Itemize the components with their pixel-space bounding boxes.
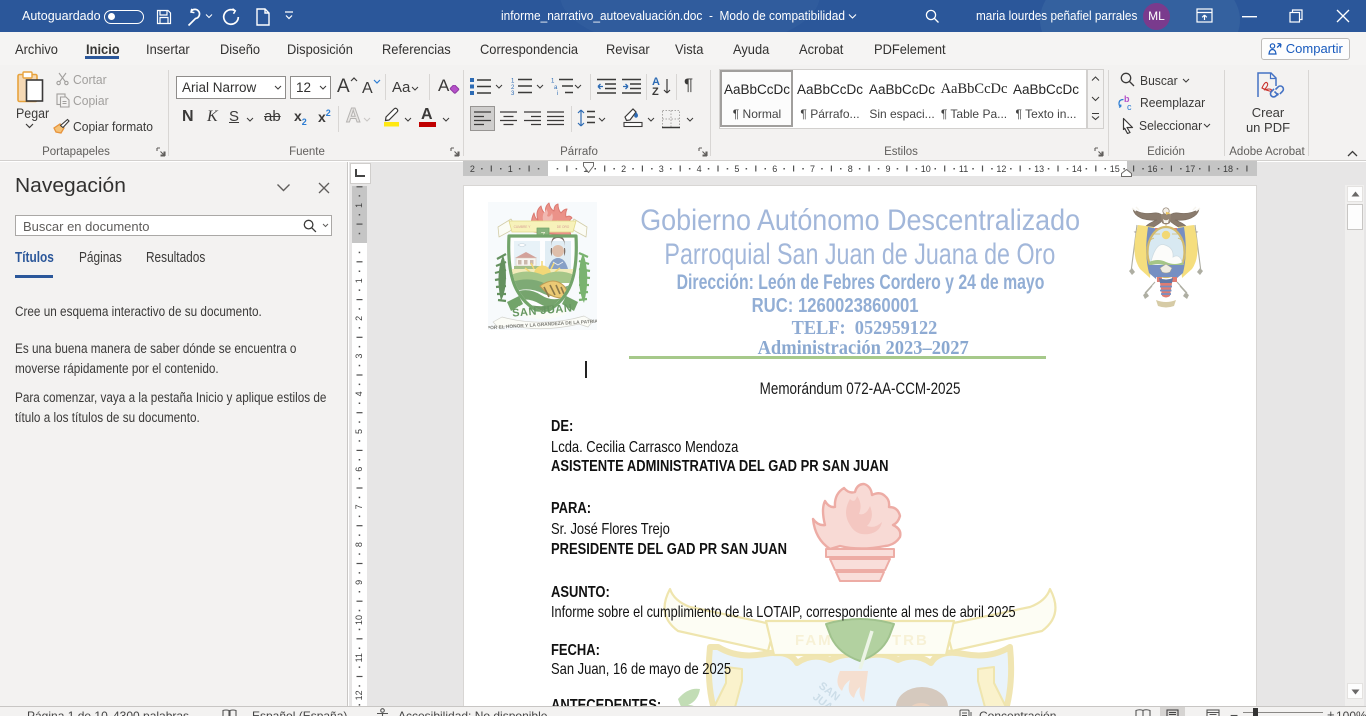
- svg-text:1: 1: [511, 79, 515, 85]
- svg-text:7: 7: [354, 504, 364, 509]
- svg-text:2: 2: [470, 164, 475, 174]
- svg-text:6: 6: [354, 467, 364, 472]
- svg-text:FAM: FAM: [795, 632, 833, 649]
- svg-text:14: 14: [1072, 164, 1082, 174]
- svg-text:i: i: [557, 91, 558, 95]
- svg-text:c: c: [1127, 102, 1132, 111]
- svg-text:1: 1: [354, 278, 364, 283]
- svg-text:9: 9: [885, 164, 890, 174]
- svg-text:17: 17: [1185, 164, 1195, 174]
- svg-text:7: 7: [810, 164, 815, 174]
- svg-text:2: 2: [354, 316, 364, 321]
- svg-text:10: 10: [354, 615, 364, 625]
- svg-text:8: 8: [848, 164, 853, 174]
- svg-text:9: 9: [354, 580, 364, 585]
- svg-text:TRB: TRB: [892, 632, 929, 649]
- svg-text:11: 11: [354, 653, 364, 662]
- svg-text:6: 6: [772, 164, 777, 174]
- svg-text:3: 3: [659, 164, 664, 174]
- svg-text:15: 15: [1110, 164, 1120, 174]
- svg-text:3: 3: [354, 354, 364, 359]
- svg-text:1: 1: [551, 79, 555, 85]
- svg-text:4: 4: [697, 164, 702, 174]
- svg-text:2: 2: [621, 164, 626, 174]
- svg-text:16: 16: [1147, 164, 1157, 174]
- svg-text:4: 4: [354, 391, 364, 396]
- svg-text:12: 12: [996, 164, 1006, 174]
- svg-text:18: 18: [1223, 164, 1233, 174]
- svg-text:3: 3: [511, 91, 515, 95]
- svg-text:1: 1: [354, 203, 364, 208]
- svg-text:5: 5: [354, 429, 364, 434]
- svg-text:10: 10: [921, 164, 931, 174]
- svg-text:8: 8: [354, 542, 364, 547]
- svg-text:12: 12: [354, 690, 364, 700]
- svg-text:5: 5: [734, 164, 739, 174]
- svg-text:11: 11: [959, 164, 968, 174]
- svg-text:13: 13: [1034, 164, 1044, 174]
- svg-text:1: 1: [508, 164, 513, 174]
